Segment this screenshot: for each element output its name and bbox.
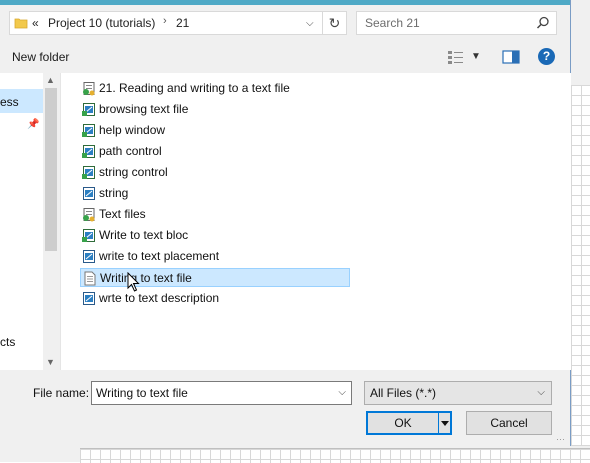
file-list-item[interactable]: Text files: [80, 205, 350, 224]
breadcrumb-21[interactable]: 21: [176, 16, 189, 30]
vi-icon: [82, 165, 96, 180]
file-name: Writing to text file: [100, 271, 192, 285]
scroll-down-icon[interactable]: ▼: [46, 357, 55, 367]
file-name: write to text placement: [99, 249, 220, 263]
address-overflow-icon[interactable]: «: [32, 16, 39, 30]
file-name: 21. Reading and writing to a text file: [99, 81, 290, 95]
background-grid-canvas-bottom: [80, 448, 590, 463]
file-name-input[interactable]: Writing to text file ⌵: [91, 381, 352, 405]
nav-item-label[interactable]: ess: [0, 95, 19, 109]
search-icon: [536, 16, 549, 29]
file-name: help window: [99, 123, 166, 137]
address-bar[interactable]: « Project 10 (tutorials) › 21 ⌵: [9, 11, 323, 35]
view-options-dropdown-icon[interactable]: ▼: [471, 51, 481, 62]
vi-icon: [82, 144, 96, 159]
file-name-value[interactable]: Writing to text file: [96, 386, 188, 400]
file-list-item[interactable]: Write to text bloc: [80, 226, 350, 245]
file-list-item[interactable]: 21. Reading and writing to a text file: [80, 79, 350, 98]
file-name: string control: [99, 165, 168, 179]
breadcrumb-project-10[interactable]: Project 10 (tutorials): [48, 16, 155, 30]
background-grid-canvas: [570, 85, 590, 462]
project-icon: [82, 207, 96, 222]
folder-icon: [14, 18, 28, 29]
file-list-item[interactable]: string: [80, 184, 350, 203]
scrollbar-thumb[interactable]: [45, 88, 57, 251]
ok-dropdown-icon[interactable]: [441, 417, 449, 429]
file-name: browsing text file: [99, 102, 189, 116]
file-list-item[interactable]: write to text placement: [80, 247, 350, 266]
file-name: wrte to text description: [99, 291, 220, 305]
file-name-dropdown-icon[interactable]: ⌵: [338, 387, 346, 398]
pin-icon: 📌: [27, 119, 40, 130]
navigation-pane: [0, 73, 43, 370]
refresh-button[interactable]: ↻: [323, 11, 347, 35]
vi-blue-icon: [82, 186, 96, 201]
breadcrumb-separator-icon[interactable]: ›: [163, 15, 167, 27]
vi-blue-icon: [82, 249, 96, 264]
file-name: path control: [99, 144, 162, 158]
cancel-button[interactable]: Cancel: [466, 411, 552, 435]
file-list-item[interactable]: wrte to text description: [80, 289, 350, 308]
text-file-icon: [83, 271, 97, 286]
background-window: [570, 0, 590, 85]
mouse-cursor-icon: [127, 272, 140, 292]
resize-grip-icon[interactable]: ⋯: [556, 434, 565, 445]
vi-blue-icon: [82, 291, 96, 306]
file-list-item[interactable]: browsing text file: [80, 100, 350, 119]
file-name-label: File name:: [33, 386, 90, 400]
split-divider: [438, 413, 439, 433]
file-name: Write to text bloc: [99, 228, 189, 242]
title-bar: [0, 0, 570, 5]
file-list-item[interactable]: string control: [80, 163, 350, 182]
open-file-dialog: « Project 10 (tutorials) › 21 ⌵ ↻ Search…: [0, 0, 571, 446]
preview-pane-icon[interactable]: [502, 50, 520, 64]
file-type-dropdown-icon: ⌵: [537, 387, 545, 398]
file-name: string: [99, 186, 129, 200]
vi-icon: [82, 228, 96, 243]
ok-button[interactable]: OK: [366, 411, 452, 435]
refresh-icon: ↻: [328, 15, 341, 31]
file-type-select[interactable]: All Files (*.*) ⌵: [364, 381, 552, 405]
file-list-item[interactable]: Writing to text file: [80, 268, 350, 287]
ok-label: OK: [394, 416, 412, 430]
file-name: Text files: [99, 207, 146, 221]
file-list-item[interactable]: help window: [80, 121, 350, 140]
nav-item-label[interactable]: cts: [0, 335, 15, 349]
project-icon: [82, 81, 96, 96]
new-folder-button[interactable]: New folder: [12, 50, 69, 64]
address-dropdown-icon[interactable]: ⌵: [306, 18, 314, 29]
file-type-value: All Files (*.*): [370, 386, 437, 400]
scroll-up-icon[interactable]: ▲: [46, 75, 55, 85]
vi-icon: [82, 102, 96, 117]
help-icon[interactable]: ?: [538, 48, 555, 65]
change-view-icon[interactable]: [447, 49, 465, 65]
search-input[interactable]: Search 21: [356, 11, 557, 35]
file-list-item[interactable]: path control: [80, 142, 350, 161]
search-placeholder: Search 21: [365, 16, 420, 30]
vi-icon: [82, 123, 96, 138]
